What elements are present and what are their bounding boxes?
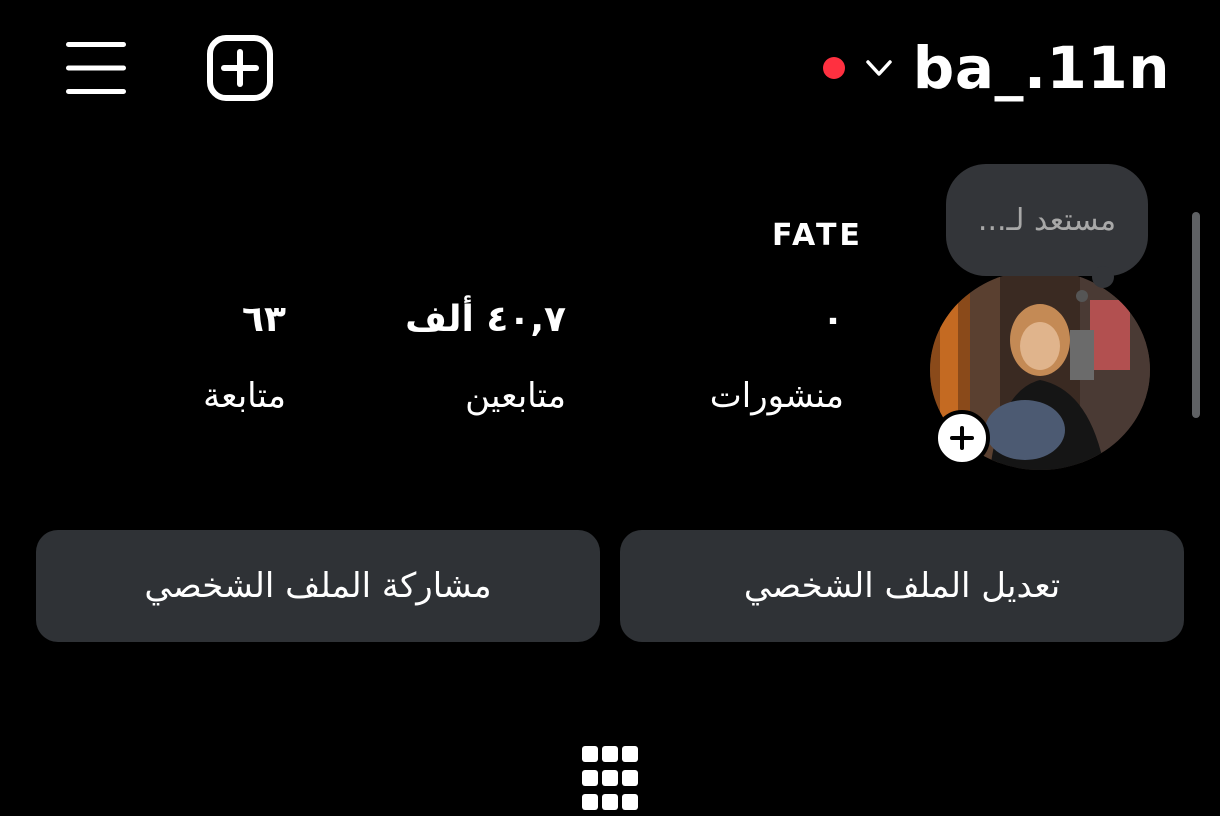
posts-label: منشورات <box>709 376 844 416</box>
chevron-down-icon <box>866 60 892 76</box>
scrollbar[interactable] <box>1192 212 1200 418</box>
note-bubble[interactable]: مستعد لـ... <box>946 164 1148 276</box>
following-count: ٦٣ <box>242 299 286 340</box>
followers-count: ٤٠,٧ ألف <box>405 299 566 340</box>
followers-stat[interactable]: ٤٠,٧ ألف متابعين <box>405 298 566 418</box>
following-label: متابعة <box>203 376 286 416</box>
edit-profile-button[interactable]: تعديل الملف الشخصي <box>620 530 1184 642</box>
profile-badge-text[interactable]: FATE <box>772 218 863 253</box>
posts-stat[interactable]: ٠ منشورات <box>710 298 844 418</box>
posts-count: ٠ <box>822 299 844 340</box>
note-bubble-tail <box>1092 266 1114 288</box>
note-text: مستعد لـ... <box>977 202 1117 238</box>
share-profile-button[interactable]: مشاركة الملف الشخصي <box>36 530 600 642</box>
create-post-icon[interactable] <box>206 34 274 102</box>
username: ba_.11n <box>912 34 1170 102</box>
followers-label: متابعين <box>465 376 566 416</box>
add-story-button[interactable] <box>934 410 990 466</box>
live-indicator-dot <box>822 57 845 79</box>
account-switcher[interactable]: ba_.11n <box>822 28 1170 108</box>
note-bubble-tail-dot <box>1076 290 1088 302</box>
grid-icon[interactable] <box>582 746 638 812</box>
menu-icon[interactable] <box>66 40 126 96</box>
following-stat[interactable]: ٦٣ متابعة <box>203 298 286 418</box>
